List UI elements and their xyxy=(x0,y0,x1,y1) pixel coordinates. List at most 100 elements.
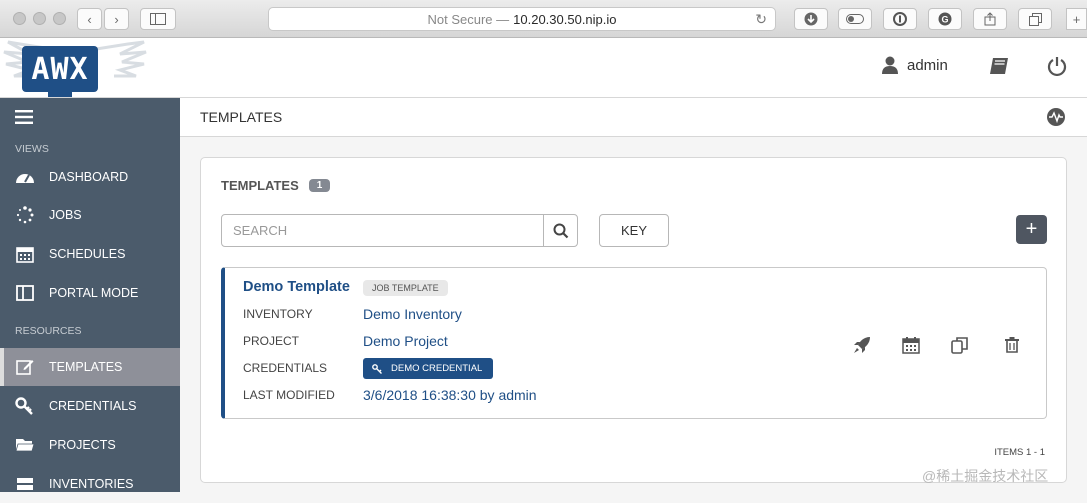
rocket-icon xyxy=(854,337,870,353)
last-modified-value: 3/6/2018 16:38:30 by admin xyxy=(363,387,537,403)
credential-tag-label: DEMO CREDENTIAL xyxy=(391,363,483,374)
sidebar-item-jobs[interactable]: JOBS xyxy=(0,196,180,234)
key-icon xyxy=(15,397,33,415)
sidebar-item-label: PROJECTS xyxy=(49,438,116,452)
sidebar-icon xyxy=(150,13,166,25)
jobs-spinner-icon xyxy=(16,206,34,224)
share-button[interactable] xyxy=(973,8,1007,30)
calendar-icon xyxy=(16,247,34,263)
onepassword-icon xyxy=(893,12,907,26)
sidebar-item-dashboard[interactable]: DASHBOARD xyxy=(0,158,180,196)
book-icon xyxy=(990,58,1008,74)
sidebar-item-label: TEMPLATES xyxy=(49,360,123,374)
logout-button[interactable] xyxy=(1047,56,1067,81)
reload-icon[interactable]: ↻ xyxy=(755,11,767,28)
sidebar-item-inventories[interactable]: INVENTORIES xyxy=(0,465,180,503)
username: admin xyxy=(907,56,948,74)
template-type-badge: JOB TEMPLATE xyxy=(363,280,448,296)
sidebar-item-label: CREDENTIALS xyxy=(49,399,137,413)
portal-icon xyxy=(16,285,34,301)
dashboard-icon xyxy=(16,174,34,183)
grammarly-icon: G xyxy=(938,12,952,26)
activity-stream-button[interactable] xyxy=(1046,107,1066,132)
trash-icon xyxy=(1005,337,1019,353)
hamburger-icon xyxy=(15,110,33,124)
activity-icon xyxy=(1047,108,1065,126)
download-button[interactable] xyxy=(794,8,828,30)
plus-icon: + xyxy=(1072,11,1081,27)
minimize-window-button[interactable] xyxy=(33,12,46,25)
views-heading: VIEWS xyxy=(15,143,49,155)
logo-stand xyxy=(48,92,72,97)
resources-heading: RESOURCES xyxy=(15,325,82,337)
power-icon xyxy=(1047,57,1067,77)
project-link[interactable]: Demo Project xyxy=(363,333,448,349)
add-template-button[interactable]: + xyxy=(1016,215,1047,244)
address-bar[interactable]: Not Secure — 10.20.30.50.nip.io ↻ xyxy=(268,7,776,31)
download-icon xyxy=(804,12,818,26)
launch-button[interactable] xyxy=(851,334,873,356)
awx-logo[interactable]: AWX xyxy=(22,46,98,92)
sidebar-item-templates[interactable]: TEMPLATES xyxy=(0,348,180,386)
new-tab-button[interactable]: + xyxy=(1066,8,1087,30)
template-name-link[interactable]: Demo Template xyxy=(243,279,350,295)
close-window-button[interactable] xyxy=(13,12,26,25)
credentials-label: CREDENTIALS xyxy=(243,361,328,375)
menu-toggle[interactable] xyxy=(15,110,33,129)
url-host: 10.20.30.50.nip.io xyxy=(513,11,617,27)
security-status: Not Secure — xyxy=(427,11,510,27)
search-button[interactable] xyxy=(543,215,577,246)
zoom-window-button[interactable] xyxy=(53,12,66,25)
sidebar-item-portal-mode[interactable]: PORTAL MODE xyxy=(0,274,180,312)
search-box xyxy=(221,214,578,247)
tabs-icon xyxy=(1028,12,1042,26)
edit-icon xyxy=(16,360,34,375)
sidebar: VIEWS DASHBOARD JOBS SCHEDULES PORTAL MO… xyxy=(0,98,180,492)
search-input[interactable] xyxy=(222,215,543,246)
sidebar-item-schedules[interactable]: SCHEDULES xyxy=(0,235,180,273)
svg-text:G: G xyxy=(941,15,948,25)
tabs-button[interactable] xyxy=(1018,8,1052,30)
sidebar-item-label: DASHBOARD xyxy=(49,170,129,184)
sidebar-item-credentials[interactable]: CREDENTIALS xyxy=(0,387,180,425)
share-icon xyxy=(984,12,996,26)
toggle-extension-button[interactable] xyxy=(838,8,872,30)
toggle-icon xyxy=(846,14,864,24)
schedule-button[interactable] xyxy=(900,334,922,356)
last-modified-label: LAST MODIFIED xyxy=(243,388,335,402)
forward-icon: › xyxy=(114,11,119,27)
copy-button[interactable] xyxy=(949,334,971,356)
delete-button[interactable] xyxy=(1001,334,1023,356)
panel-title-text: TEMPLATES xyxy=(221,178,299,193)
inventory-link[interactable]: Demo Inventory xyxy=(363,306,462,322)
onepassword-button[interactable] xyxy=(883,8,917,30)
sidebar-item-label: PORTAL MODE xyxy=(49,286,139,300)
breadcrumb: TEMPLATES xyxy=(180,98,1087,137)
inventory-label: INVENTORY xyxy=(243,307,313,321)
sidebar-item-projects[interactable]: PROJECTS xyxy=(0,426,180,464)
browser-toolbar: ‹ › Not Secure — 10.20.30.50.nip.io ↻ G … xyxy=(0,0,1087,38)
inventory-icon xyxy=(17,478,33,490)
template-row: Demo Template JOB TEMPLATE INVENTORY Dem… xyxy=(221,267,1047,419)
breadcrumb-templates[interactable]: TEMPLATES xyxy=(200,109,282,125)
grammarly-button[interactable]: G xyxy=(928,8,962,30)
panel-title: TEMPLATES 1 xyxy=(221,178,331,193)
calendar-icon xyxy=(902,337,920,354)
key-icon xyxy=(372,363,382,374)
sidebar-toggle-button[interactable] xyxy=(140,8,176,30)
forward-button[interactable]: › xyxy=(104,8,129,30)
sidebar-item-label: INVENTORIES xyxy=(49,477,134,491)
copy-icon xyxy=(951,337,968,354)
user-menu[interactable]: admin xyxy=(882,56,948,74)
credential-tag[interactable]: DEMO CREDENTIAL xyxy=(363,358,494,379)
back-button[interactable]: ‹ xyxy=(77,8,102,30)
folder-icon xyxy=(15,439,35,452)
user-icon xyxy=(882,56,898,74)
sidebar-item-label: SCHEDULES xyxy=(49,247,126,261)
back-icon: ‹ xyxy=(87,11,92,27)
items-count: ITEMS 1 - 1 xyxy=(994,447,1045,458)
docs-button[interactable] xyxy=(989,57,1009,80)
sidebar-item-label: JOBS xyxy=(49,208,82,222)
search-icon xyxy=(553,223,568,238)
key-button[interactable]: KEY xyxy=(599,214,669,247)
